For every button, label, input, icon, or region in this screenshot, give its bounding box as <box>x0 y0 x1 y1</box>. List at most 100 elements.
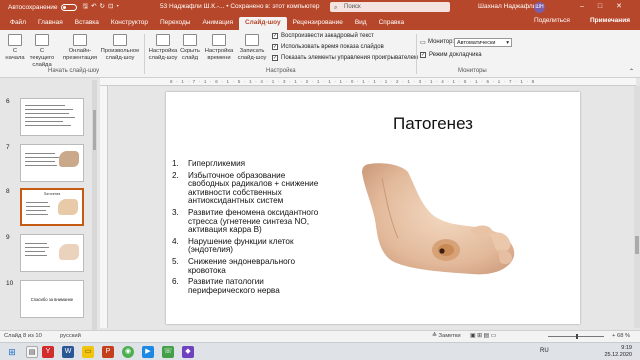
autosave-label: Автосохранение <box>8 3 58 11</box>
yandex-browser-icon[interactable]: Y <box>42 346 54 358</box>
thumbnail-preview <box>20 234 84 272</box>
powerpoint-icon[interactable]: P <box>102 346 114 358</box>
thumbnail-number: 10 <box>6 280 14 287</box>
thumbnail-scrollbar[interactable] <box>92 80 97 330</box>
task-view-icon[interactable]: ▤ <box>26 346 38 358</box>
show-media-controls-checkbox[interactable]: ✓ Показать элементы управления проигрыва… <box>272 55 418 61</box>
tab-animations[interactable]: Анимация <box>196 17 239 30</box>
custom-show-button[interactable]: Произвольное слайд-шоу <box>100 34 140 62</box>
play-narrations-checkbox[interactable]: ✓ Воспроизвести закадровый текст <box>272 33 374 39</box>
setup-icon <box>156 34 170 46</box>
thumbnail-preview <box>20 144 84 182</box>
thumbnail-number: 7 <box>6 144 10 151</box>
thumbnail-preview <box>20 98 84 136</box>
zoom-level[interactable]: + 68 % <box>612 331 630 342</box>
title-bar: Автосохранение 🖫↶↻⊡▾ 53 Наджафли Ш.К.-..… <box>0 0 640 14</box>
thumbnail-slide-7[interactable]: 7 <box>4 144 90 188</box>
avatar[interactable]: ШН <box>534 2 545 13</box>
divider <box>416 34 417 74</box>
document-title: 53 Наджафли Ш.К.-... • Сохранено в: этот… <box>160 3 320 10</box>
window-controls[interactable]: –□✕ <box>580 2 636 10</box>
hide-slide-icon <box>183 34 197 46</box>
checkbox-checked-icon: ✓ <box>272 55 278 61</box>
notes-toggle-button[interactable]: ≜ Заметки <box>432 331 461 342</box>
tab-help[interactable]: Справка <box>373 17 411 30</box>
foot-ulcer-photo[interactable] <box>342 158 522 290</box>
search-icon: ⌕ <box>334 5 338 11</box>
checkbox-checked-icon: ✓ <box>420 52 426 58</box>
autosave-toggle[interactable] <box>60 3 77 11</box>
windows-taskbar: ⊞ ▤ Y W ▭ P ◉ ▶ ☏ ◆ RU 9:19 25.12.2020 <box>0 342 640 360</box>
horizontal-ruler: 8 · 1 · 7 · 1 · 6 · 1 · 5 · 1 · 4 · 1 · … <box>100 78 636 86</box>
thumbnail-preview-selected: Патогенез <box>20 188 84 226</box>
thumbnail-slide-10[interactable]: 10 Спасибо за внимание <box>4 280 90 324</box>
chrome-icon[interactable]: ◉ <box>122 346 134 358</box>
group-label-start: Начать слайд-шоу <box>48 68 100 74</box>
thumbnail-number: 9 <box>6 234 10 241</box>
tab-view[interactable]: Вид <box>349 17 373 30</box>
keyboard-language[interactable]: RU <box>540 348 549 354</box>
tab-home[interactable]: Главная <box>32 17 69 30</box>
word-icon[interactable]: W <box>62 346 74 358</box>
slide-canvas: Патогенез 1. Гипергликемия 2. Избыточное о… <box>108 86 636 328</box>
vertical-ruler <box>100 86 108 328</box>
thumbnail-preview: Спасибо за внимание <box>20 280 84 318</box>
ribbon: С начала С текущего слайда Онлайн-презен… <box>0 30 640 78</box>
tab-design[interactable]: Конструктор <box>105 17 154 30</box>
list-item: 2. Избыточное образование свободных радик… <box>172 170 319 206</box>
zoom-app-icon[interactable]: ▶ <box>142 346 154 358</box>
thumbnail-slide-9[interactable]: 9 <box>4 234 90 278</box>
thumbnail-number: 8 <box>6 188 10 195</box>
divider <box>144 34 145 74</box>
thumbnail-number: 6 <box>6 98 10 105</box>
rehearse-timings-button[interactable]: Настройка времени <box>203 34 235 62</box>
search-input[interactable]: ⌕ Поиск <box>330 2 450 12</box>
tab-insert[interactable]: Вставка <box>69 17 105 30</box>
play-current-icon <box>35 34 49 46</box>
record-show-button[interactable]: Записать слайд-шоу <box>236 34 268 62</box>
tab-slideshow[interactable]: Слайд-шоу <box>238 17 287 30</box>
canvas-scrollbar[interactable] <box>634 86 640 328</box>
use-timings-checkbox[interactable]: ✓ Использовать время показа слайдов <box>272 44 384 50</box>
list-item: 1. Гипергликемия <box>172 159 246 168</box>
quick-access-toolbar[interactable]: 🖫↶↻⊡▾ <box>83 2 122 13</box>
globe-icon <box>73 34 87 46</box>
slide-title[interactable]: Патогенез <box>166 114 580 134</box>
system-clock[interactable]: 9:19 25.12.2020 <box>604 345 632 358</box>
hide-slide-button[interactable]: Скрыть слайд <box>178 34 202 62</box>
tab-file[interactable]: Файл <box>4 17 32 30</box>
monitor-label: Монитор: <box>428 39 455 45</box>
setup-show-button[interactable]: Настройка слайд-шоу <box>148 34 178 62</box>
thumbnail-slide-8[interactable]: 8 Патогенез <box>4 188 90 232</box>
tab-review[interactable]: Рецензирование <box>287 17 349 30</box>
app-icon[interactable]: ◆ <box>182 346 194 358</box>
user-name[interactable]: Шахнал Наджафли <box>478 3 536 10</box>
language-indicator[interactable]: русский <box>60 331 81 342</box>
thumbnail-slide-6[interactable]: 6 <box>4 98 90 142</box>
comments-button[interactable]: Примечания <box>590 17 630 24</box>
group-label-setup: Настройка <box>266 68 296 74</box>
from-beginning-button[interactable]: С начала <box>4 34 26 62</box>
group-label-monitors: Мониторы <box>458 68 487 74</box>
file-explorer-icon[interactable]: ▭ <box>82 346 94 358</box>
slide[interactable]: Патогенез 1. Гипергликемия 2. Избыточное о… <box>166 92 580 324</box>
chevron-down-icon: ▾ <box>506 40 509 46</box>
windows-start-icon[interactable]: ⊞ <box>6 346 18 358</box>
presenter-view-checkbox[interactable]: ✓ Режим докладчика <box>420 52 482 58</box>
zoom-slider[interactable] <box>548 334 604 339</box>
slide-bullet-list[interactable]: 1. Гипергликемия 2. Избыточное образование… <box>172 159 322 298</box>
tab-transitions[interactable]: Переходы <box>154 17 197 30</box>
list-item: 6. Развитие патологии периферического нер… <box>172 277 280 295</box>
from-current-button[interactable]: С текущего слайда <box>28 34 56 69</box>
custom-show-icon <box>113 34 127 46</box>
record-icon <box>245 34 259 46</box>
list-item: 3. Развитие феномена оксидантного стресса… <box>172 207 319 235</box>
whatsapp-icon[interactable]: ☏ <box>162 346 174 358</box>
share-button[interactable]: Поделиться <box>534 17 570 24</box>
present-online-button[interactable]: Онлайн-презентация <box>60 34 100 62</box>
view-buttons[interactable]: ▣ ⊞ ▤ ▭ <box>470 331 496 342</box>
list-item: 5. Снижение эндоневрального кровотока <box>172 256 296 275</box>
collapse-ribbon-icon[interactable]: ⌃ <box>629 68 634 75</box>
monitor-select[interactable]: Автоматически ▾ <box>454 38 512 47</box>
slide-counter: Слайд 8 из 10 <box>4 333 42 339</box>
